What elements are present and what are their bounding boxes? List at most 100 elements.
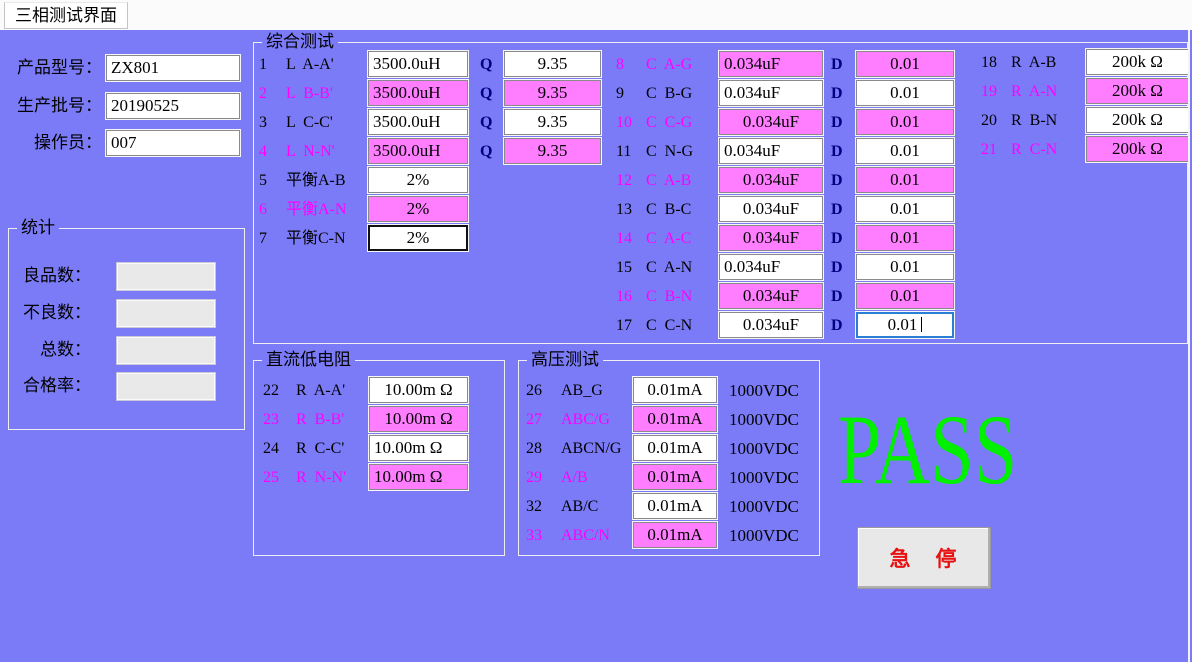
inductance-value-input[interactable]: 3500.0uH [368, 80, 468, 106]
row-label: AB_G [561, 376, 603, 405]
leakage-current-input[interactable]: 0.01mA [633, 464, 717, 490]
row-number: 4 [259, 137, 287, 166]
d-value-input[interactable]: 0.01 [856, 254, 954, 280]
balance-test-row: 7 平衡C-N 2% [259, 224, 607, 253]
form-field-input[interactable]: 007 [106, 130, 240, 156]
d-value-input[interactable]: 0.01 [856, 80, 954, 106]
app-window: 三相测试界面 产品型号： ZX801 生产批号： 20190525 操作员： 0… [0, 0, 1192, 666]
d-value-input[interactable]: 0.01 [856, 109, 954, 135]
balance-value-input[interactable]: 2% [368, 167, 468, 193]
stat-row: 良品数： [9, 262, 244, 299]
dc-resistance-value-input[interactable]: 10.00m Ω [369, 464, 468, 490]
form-field-input[interactable]: ZX801 [106, 55, 240, 81]
stat-value-box [117, 263, 215, 290]
leakage-current-input[interactable]: 0.01mA [633, 377, 717, 403]
resistance-value-input[interactable]: 200k Ω [1086, 136, 1189, 162]
form-row: 生产批号： 20190525 [0, 92, 250, 130]
row-number: 2 [259, 79, 287, 108]
leakage-current-input[interactable]: 0.01mA [633, 493, 717, 519]
stat-value-box [117, 337, 215, 364]
q-value-input[interactable]: 9.35 [504, 138, 601, 164]
d-value-input[interactable]: 0.01 [856, 196, 954, 222]
hv-test-row: 26 AB_G 0.01mA 1000VDC [526, 376, 818, 405]
q-value-input[interactable]: 9.35 [504, 109, 601, 135]
inductance-value-input[interactable]: 3500.0uH [368, 138, 468, 164]
d-value-input[interactable]: 0.01 [856, 167, 954, 193]
resistance-value-input[interactable]: 200k Ω [1086, 49, 1189, 75]
q-factor-label: Q [480, 50, 492, 79]
row-label: C N-G [646, 137, 693, 166]
q-value-input[interactable]: 9.35 [504, 80, 601, 106]
capacitance-value-input[interactable]: 0.034uF [719, 51, 823, 77]
d-factor-label: D [831, 311, 843, 340]
stat-label: 良品数： [11, 262, 91, 290]
row-label: AB/C [561, 492, 598, 521]
row-label: ABC/G [561, 405, 610, 434]
capacitance-value-input[interactable]: 0.034uF [719, 80, 823, 106]
capacitance-value-input[interactable]: 0.034uF [719, 109, 823, 135]
resistance-value-input[interactable]: 200k Ω [1086, 107, 1189, 133]
row-label: R A-A' [296, 376, 345, 405]
row-label: R B-N [1011, 106, 1057, 135]
capacitance-value-input[interactable]: 0.034uF [719, 167, 823, 193]
inductance-value-input[interactable]: 3500.0uH [368, 51, 468, 77]
d-value-input[interactable]: 0.01 [856, 225, 954, 251]
hv-group-title: 高压测试 [527, 351, 603, 369]
dc-resistance-value-input[interactable]: 10.00m Ω [369, 377, 468, 403]
capacitance-value-input[interactable]: 0.034uF [719, 254, 823, 280]
insulation-resistance-rows: 18 R A-B 200k Ω 19 R A-N 200k Ω 20 R B-N [981, 48, 1189, 164]
capacitance-value-input[interactable]: 0.034uF [719, 283, 823, 309]
emergency-stop-button[interactable]: 急 停 [857, 527, 991, 589]
balance-test-row: 5 平衡A-B 2% [259, 166, 607, 195]
row-number: 21 [981, 135, 1009, 164]
row-number: 28 [526, 434, 554, 463]
q-factor-label: Q [480, 137, 492, 166]
stat-label: 总数： [11, 336, 91, 364]
dc-resistance-value-input[interactable]: 10.00m Ω [369, 435, 468, 461]
form-field-label: 生产批号： [0, 92, 102, 120]
balance-value-input[interactable]: 2% [368, 196, 468, 222]
row-number: 20 [981, 106, 1009, 135]
stat-row: 合格率： [9, 372, 244, 409]
leakage-current-input[interactable]: 0.01mA [633, 522, 717, 548]
d-value-input[interactable]: 0.01 [856, 51, 954, 77]
capacitance-value-input[interactable]: 0.034uF [719, 196, 823, 222]
row-label: L N-N' [286, 137, 335, 166]
balance-value-input[interactable]: 2% [368, 225, 468, 251]
d-factor-label: D [831, 79, 843, 108]
hv-test-row: 33 ABC/N 0.01mA 1000VDC [526, 521, 818, 550]
stat-row: 总数： [9, 336, 244, 373]
resistance-value-input[interactable]: 200k Ω [1086, 78, 1189, 104]
row-number: 11 [616, 137, 644, 166]
comprehensive-group-title: 综合测试 [262, 33, 338, 51]
leakage-current-input[interactable]: 0.01mA [633, 435, 717, 461]
d-value-input[interactable]: 0.01 [856, 312, 954, 338]
capacitance-value-input[interactable]: 0.034uF [719, 312, 823, 338]
q-value-input[interactable]: 9.35 [504, 51, 601, 77]
page-right-edge [1188, 30, 1190, 662]
row-label: A/B [561, 463, 588, 492]
inductance-test-row: 2 L B-B' 3500.0uH Q 9.35 [259, 79, 607, 108]
stat-value-box [117, 300, 215, 327]
row-number: 27 [526, 405, 554, 434]
d-value-input[interactable]: 0.01 [856, 283, 954, 309]
d-value-input[interactable]: 0.01 [856, 138, 954, 164]
row-number: 18 [981, 48, 1009, 77]
row-label: C A-G [646, 50, 692, 79]
dc-resistance-value-input[interactable]: 10.00m Ω [369, 406, 468, 432]
hv-rows: 26 AB_G 0.01mA 1000VDC 27 ABC/G 0.01mA 1… [526, 376, 818, 550]
leakage-current-input[interactable]: 0.01mA [633, 406, 717, 432]
capacitance-value-input[interactable]: 0.034uF [719, 225, 823, 251]
capacitance-value-input[interactable]: 0.034uF [719, 138, 823, 164]
d-factor-label: D [831, 50, 843, 79]
row-number: 1 [259, 50, 287, 79]
tab-three-phase-test[interactable]: 三相测试界面 [4, 2, 128, 29]
d-factor-label: D [831, 195, 843, 224]
row-number: 6 [259, 195, 287, 224]
comprehensive-test-group: 综合测试 1 L A-A' 3500.0uH Q 9.35 2 L B-B' [253, 42, 1188, 344]
inductance-value-input[interactable]: 3500.0uH [368, 109, 468, 135]
form-field-input[interactable]: 20190525 [106, 93, 240, 119]
hv-test-row: 27 ABC/G 0.01mA 1000VDC [526, 405, 818, 434]
row-label: C A-N [646, 253, 692, 282]
row-number: 9 [616, 79, 644, 108]
